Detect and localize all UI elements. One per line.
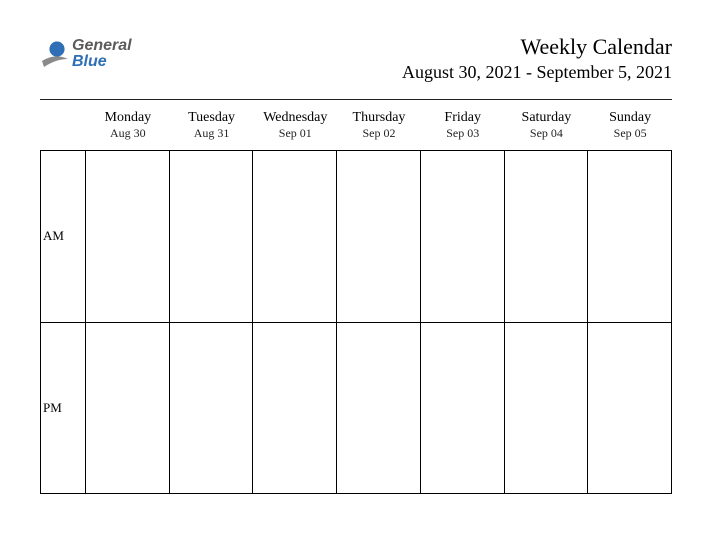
logo-text: General Blue <box>72 38 132 70</box>
title-block: Weekly Calendar August 30, 2021 - Septem… <box>402 34 672 83</box>
calendar-cell <box>85 322 170 495</box>
day-name: Thursday <box>337 106 421 126</box>
day-name: Wednesday <box>253 106 337 126</box>
calendar-cell <box>169 322 254 495</box>
day-name: Saturday <box>505 106 589 126</box>
calendar-cell <box>587 150 672 323</box>
row-label-pm: PM <box>40 322 86 495</box>
day-date: Sep 02 <box>337 126 421 151</box>
calendar-grid: Monday Tuesday Wednesday Thursday Friday… <box>40 106 672 494</box>
globe-swoosh-icon <box>40 39 70 69</box>
calendar-cell <box>504 150 589 323</box>
day-name: Friday <box>421 106 505 126</box>
day-date: Sep 04 <box>505 126 589 151</box>
calendar-cell <box>420 150 505 323</box>
calendar-cell <box>252 150 337 323</box>
calendar-cell <box>85 150 170 323</box>
row-label-am: AM <box>40 150 86 323</box>
day-date: Aug 30 <box>86 126 170 151</box>
corner-blank <box>40 106 86 126</box>
calendar-cell <box>504 322 589 495</box>
calendar-cell <box>587 322 672 495</box>
calendar-cell <box>169 150 254 323</box>
day-date: Sep 03 <box>421 126 505 151</box>
day-date: Aug 31 <box>170 126 254 151</box>
logo-word-general: General <box>72 37 132 54</box>
page-title: Weekly Calendar <box>402 34 672 60</box>
calendar-cell <box>336 150 421 323</box>
logo: General Blue <box>40 38 132 70</box>
calendar-cell <box>420 322 505 495</box>
logo-word-blue: Blue <box>72 53 107 70</box>
calendar-cell <box>252 322 337 495</box>
day-name: Tuesday <box>170 106 254 126</box>
calendar-cell <box>336 322 421 495</box>
day-date: Sep 01 <box>253 126 337 151</box>
day-name: Sunday <box>588 106 672 126</box>
header: General Blue Weekly Calendar August 30, … <box>40 34 672 83</box>
date-range: August 30, 2021 - September 5, 2021 <box>402 62 672 83</box>
header-rule <box>40 99 672 100</box>
corner-blank <box>40 126 86 151</box>
day-name: Monday <box>86 106 170 126</box>
day-date: Sep 05 <box>588 126 672 151</box>
